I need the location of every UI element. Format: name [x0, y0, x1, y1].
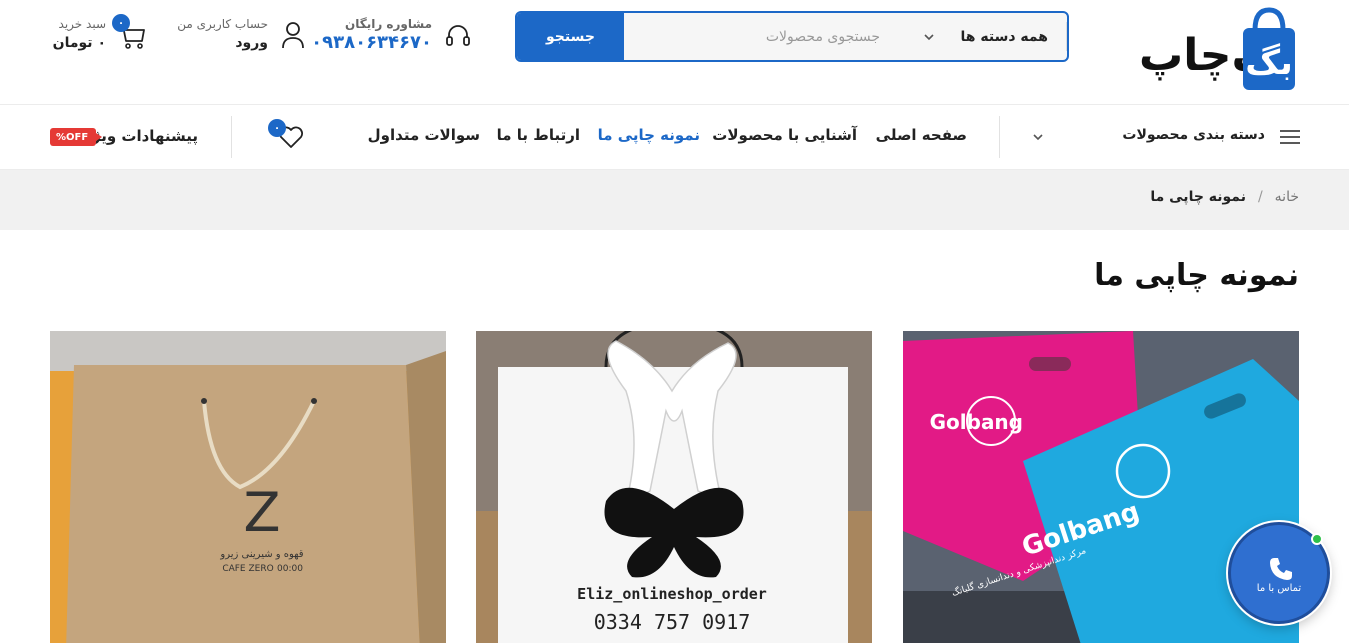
free-consult[interactable]: مشاوره رایگان ۰۹۳۸۰۶۳۴۶۷۰: [311, 14, 474, 56]
off-badge: %OFF: [50, 128, 103, 146]
nav-link-samples[interactable]: نمونه چاپی ما: [598, 126, 700, 144]
cafe-zero-en: CAFE ZERO: [222, 564, 273, 574]
login-link[interactable]: ورود: [235, 35, 268, 51]
cart-label: سبد خرید: [58, 17, 106, 31]
breadcrumb-current: نمونه چاپی ما: [1150, 189, 1246, 205]
site-header: بگ‌چاپ بگ جستجو همه دسته ها مشاوره رایگا…: [0, 0, 1349, 105]
eliz-handle: Eliz_onlineshop_order: [577, 585, 767, 603]
special-offers-link[interactable]: پیشنهادات ویژه %OFF: [48, 125, 200, 149]
menu-icon: [1280, 130, 1300, 144]
svg-text:بگ: بگ: [1245, 43, 1293, 83]
breadcrumb: خانه / نمونه چاپی ما: [1150, 189, 1299, 205]
cafe-zero-fa: قهوه و شیرینی زیرو: [219, 549, 303, 560]
cart-count-badge: ۰: [112, 14, 130, 32]
account-label: حساب کاربری من: [177, 17, 268, 31]
nav-links: صفحه اصلی آشنایی با محصولات نمونه چاپی م…: [360, 105, 980, 169]
online-status-dot: [1311, 533, 1323, 545]
consult-phone: ۰۹۳۸۰۶۳۴۶۷۰: [311, 32, 432, 53]
search-button[interactable]: جستجو: [517, 13, 624, 60]
search-bar: جستجو همه دسته ها: [515, 11, 1069, 62]
floating-contact-button[interactable]: تماس با ما: [1228, 522, 1330, 624]
cafe-zero-bag-image: Z قهوه و شیرینی زیرو CAFE ZERO 00:00: [50, 331, 446, 643]
category-menu[interactable]: دسته بندی محصولات: [1030, 105, 1300, 169]
nav-link-products[interactable]: آشنایی با محصولات: [712, 126, 857, 144]
breadcrumb-home[interactable]: خانه: [1275, 189, 1299, 205]
category-menu-label: دسته بندی محصولات: [1122, 127, 1265, 143]
category-select[interactable]: همه دسته ها: [902, 22, 1067, 51]
nav-divider: [999, 116, 1000, 158]
contact-label: تماس با ما: [1256, 583, 1302, 594]
main-nav: دسته بندی محصولات صفحه اصلی آشنایی با مح…: [0, 105, 1349, 170]
wishlist-count-badge: ۰: [268, 119, 286, 137]
cart-total: ۰ تومان: [52, 35, 106, 51]
gallery-item-cafe-zero[interactable]: Z قهوه و شیرینی زیرو CAFE ZERO 00:00: [50, 331, 446, 643]
wishlist-link[interactable]: ۰: [268, 119, 308, 153]
page-title: نمونه چاپی ما: [1094, 258, 1299, 293]
nav-link-contact[interactable]: ارتباط با ما: [497, 126, 580, 144]
cafe-zero-letter: Z: [244, 481, 281, 544]
breadcrumb-separator: /: [1257, 189, 1263, 205]
gallery-item-eliz[interactable]: Eliz_onlineshop_order 0917 757 0334: [476, 331, 872, 643]
headset-icon: [446, 25, 470, 46]
chevron-down-icon: [924, 33, 934, 40]
nav-divider: [231, 116, 232, 158]
eliz-phone: 0917 757 0334: [594, 610, 751, 634]
user-icon: [282, 22, 304, 49]
cart-link[interactable]: سبد خرید ۰ تومان ۰: [53, 14, 150, 56]
shopping-bag-logo-icon: بگ: [1243, 7, 1295, 90]
breadcrumb-bar: خانه / نمونه چاپی ما: [0, 170, 1349, 230]
golbang-text-pink: Golbang: [930, 410, 1023, 434]
site-logo[interactable]: بگ‌چاپ بگ: [1139, 4, 1299, 92]
cafe-zero-hours: 00:00: [277, 564, 303, 574]
consult-label: مشاوره رایگان: [344, 17, 432, 31]
nav-link-faq[interactable]: سوالات متداول: [368, 126, 480, 144]
category-select-label: همه دسته ها: [960, 28, 1048, 45]
search-input[interactable]: [624, 13, 902, 60]
eliz-bag-image: Eliz_onlineshop_order 0917 757 0334: [476, 331, 872, 643]
account-link[interactable]: حساب کاربری من ورود: [177, 14, 306, 56]
chevron-down-icon: [1033, 134, 1043, 141]
nav-link-home[interactable]: صفحه اصلی: [876, 126, 967, 144]
phone-icon: [1270, 558, 1292, 580]
